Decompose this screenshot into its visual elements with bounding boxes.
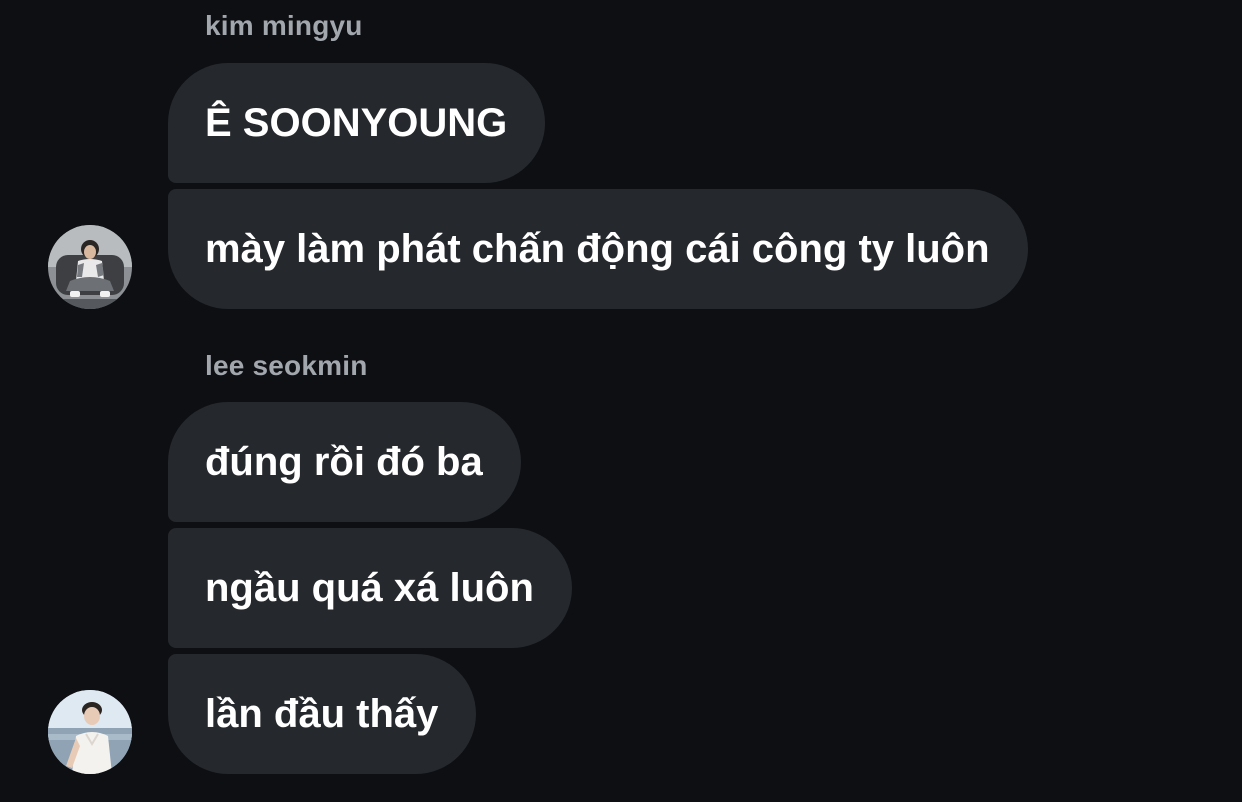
message-bubble[interactable]: mày làm phát chấn động cái công ty luôn [168,189,1028,309]
message-bubble[interactable]: lần đầu thấy [168,654,477,774]
user-photo-beach-icon [48,690,132,774]
chat-thread: kim mingyu Ê SOONYOUNG mày làm phát chấn… [0,0,1242,802]
avatar[interactable] [48,225,132,309]
avatar[interactable] [48,690,132,774]
message-bubble[interactable]: đúng rồi đó ba [168,402,521,522]
message-bubble[interactable]: Ê SOONYOUNG [168,63,546,183]
user-photo-seated-icon [48,225,132,309]
message-bubble[interactable]: ngầu quá xá luôn [168,528,572,648]
sender-name: lee seokmin [205,350,368,381]
sender-name: kim mingyu [205,10,363,41]
